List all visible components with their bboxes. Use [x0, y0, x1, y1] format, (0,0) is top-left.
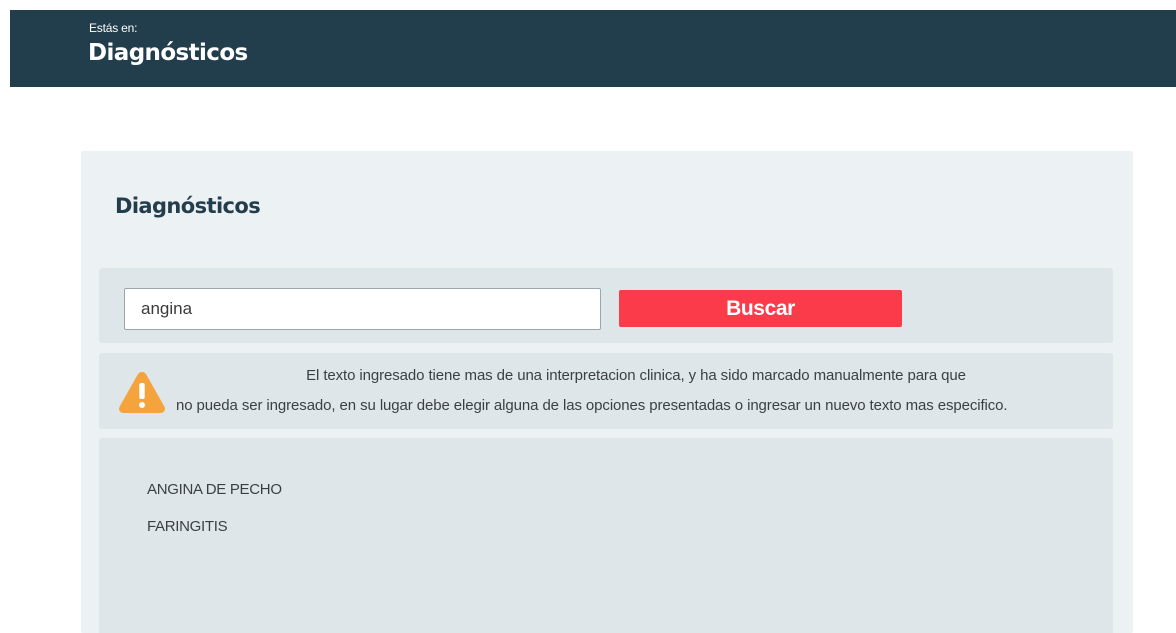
- panel-title: Diagnósticos: [115, 194, 261, 218]
- warning-triangle-icon: [117, 369, 167, 415]
- search-button[interactable]: Buscar: [619, 290, 902, 327]
- warning-message-box: [99, 353, 1113, 429]
- warning-text-line-2: no pueda ser ingresado, en su lugar debe…: [176, 397, 1008, 414]
- results-list: [99, 438, 1113, 633]
- page: Estás en: Diagnósticos Diagnósticos Busc…: [0, 0, 1176, 633]
- result-option[interactable]: ANGINA DE PECHO: [147, 481, 282, 498]
- result-option[interactable]: FARINGITIS: [147, 518, 228, 535]
- diagnosis-search-input[interactable]: [124, 288, 601, 330]
- breadcrumb-current-page: Diagnósticos: [88, 40, 248, 66]
- top-header-bar: Estás en: Diagnósticos: [10, 10, 1176, 87]
- warning-text-line-1: El texto ingresado tiene mas de una inte…: [306, 367, 966, 384]
- breadcrumb-prefix: Estás en:: [89, 21, 138, 35]
